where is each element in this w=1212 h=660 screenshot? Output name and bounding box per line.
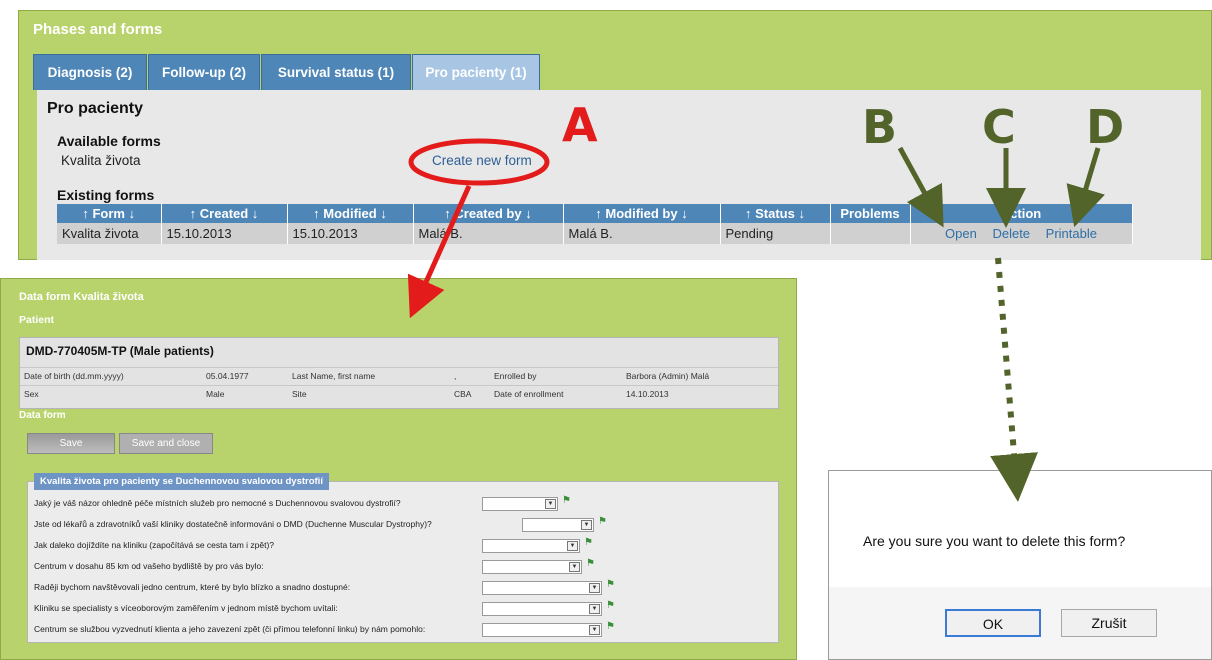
tab-follow-up[interactable]: Follow-up (2) [148, 54, 260, 90]
chevron-down-icon: ▼ [589, 625, 600, 635]
phases-and-forms-panel: Phases and forms Diagnosis (2) Follow-up… [18, 10, 1212, 260]
comment-icon[interactable]: ⚑ [606, 579, 615, 590]
column-created-by[interactable]: ↑ Created by ↓ [413, 204, 564, 223]
data-form-label: Data form [19, 410, 66, 421]
dob-label: Date of birth (dd.mm.yyyy) [24, 371, 124, 381]
open-link[interactable]: Open [945, 226, 977, 241]
question-label: Jste od lékařů a zdravotníků vaší klinik… [34, 519, 432, 529]
column-status[interactable]: ↑ Status ↓ [720, 204, 831, 223]
answer-select[interactable]: ▼ [482, 560, 582, 574]
save-and-close-button[interactable]: Save and close [119, 433, 213, 454]
delete-link[interactable]: Delete [992, 226, 1030, 241]
questions-legend: Kvalita života pro pacienty se Duchennov… [34, 473, 329, 490]
questions-fieldset: Kvalita života pro pacienty se Duchennov… [27, 473, 779, 643]
column-action: Action [910, 204, 1133, 223]
column-created[interactable]: ↑ Created ↓ [161, 204, 288, 223]
dialog-body: Are you sure you want to delete this for… [829, 471, 1211, 587]
cell-modified-by: Malá B. [563, 223, 721, 244]
data-form-title: Data form Kvalita života [19, 291, 144, 303]
annotation-letter-b: B [862, 100, 898, 154]
annotation-letter-a: A [562, 98, 598, 152]
comment-icon[interactable]: ⚑ [562, 495, 571, 506]
column-modified[interactable]: ↑ Modified ↓ [287, 204, 414, 223]
chevron-down-icon: ▼ [581, 520, 592, 530]
column-modified-by[interactable]: ↑ Modified by ↓ [563, 204, 721, 223]
dialog-message: Are you sure you want to delete this for… [863, 533, 1126, 549]
question-label: Jak daleko dojíždíte na kliniku (započít… [34, 540, 275, 550]
tab-pro-pacienty[interactable]: Pro pacienty (1) [412, 54, 540, 90]
save-button[interactable]: Save [27, 433, 115, 454]
tab-content: Pro pacienty Available forms Kvalita živ… [37, 90, 1201, 260]
comment-icon[interactable]: ⚑ [606, 600, 615, 611]
site-value: CBA [454, 389, 472, 399]
answer-select[interactable]: ▼ [482, 602, 602, 616]
cell-problems [830, 223, 911, 244]
column-problems: Problems [830, 204, 911, 223]
patient-row: Date of birth (dd.mm.yyyy) 05.04.1977 La… [20, 367, 778, 384]
sex-value: Male [206, 389, 225, 399]
sex-label: Sex [24, 389, 39, 399]
cell-created-by: Malá B. [413, 223, 564, 244]
enrollment-date-value: 14.10.2013 [626, 389, 669, 399]
enrolled-by-label: Enrolled by [494, 371, 537, 381]
existing-forms-table: ↑ Form ↓ ↑ Created ↓ ↑ Modified ↓ ↑ Crea… [57, 204, 1133, 244]
patient-info-box: DMD-770405M-TP (Male patients) Date of b… [19, 337, 779, 409]
answer-select[interactable]: ▼ [482, 497, 558, 511]
enrolled-by-value: Barbora (Admin) Malá [626, 371, 710, 381]
chevron-down-icon: ▼ [545, 499, 556, 509]
tab-survival-status[interactable]: Survival status (1) [261, 54, 411, 90]
chevron-down-icon: ▼ [589, 583, 600, 593]
data-form-panel: Data form Kvalita života Patient DMD-770… [0, 278, 797, 660]
dotted-arrow-delete [990, 257, 1038, 502]
comment-icon[interactable]: ⚑ [606, 621, 615, 632]
available-forms-heading: Available forms [57, 133, 161, 149]
table-header-row: ↑ Form ↓ ↑ Created ↓ ↑ Modified ↓ ↑ Crea… [57, 204, 1133, 223]
cancel-button[interactable]: Zrušit [1061, 609, 1157, 637]
answer-select[interactable]: ▼ [522, 518, 594, 532]
question-label: Raději bychom navštěvovali jedno centrum… [34, 582, 351, 592]
comment-icon[interactable]: ⚑ [598, 516, 607, 527]
annotation-letter-d: D [1086, 100, 1125, 154]
chevron-down-icon: ▼ [589, 604, 600, 614]
annotation-letter-c: C [982, 100, 1016, 154]
chevron-down-icon: ▼ [567, 541, 578, 551]
available-form-name: Kvalita života [61, 153, 141, 168]
question-label: Centrum v dosahu 85 km od vašeho bydlišt… [34, 561, 264, 571]
name-value: , [454, 371, 457, 381]
cell-status: Pending [720, 223, 831, 244]
answer-select[interactable]: ▼ [482, 623, 602, 637]
question-label: Jaký je váš názor ohledně péče místních … [34, 498, 401, 508]
dob-value: 05.04.1977 [206, 371, 249, 381]
comment-icon[interactable]: ⚑ [584, 537, 593, 548]
site-label: Site [292, 389, 307, 399]
section-title: Pro pacienty [47, 100, 144, 117]
cell-modified: 15.10.2013 [287, 223, 414, 244]
answer-select[interactable]: ▼ [482, 581, 602, 595]
answer-select[interactable]: ▼ [482, 539, 580, 553]
cell-form: Kvalita života [57, 223, 162, 244]
question-label: Kliniku se specialisty s víceoborovým za… [34, 603, 338, 613]
patient-row: Sex Male Site CBA Date of enrollment 14.… [20, 385, 778, 402]
name-label: Last Name, first name [292, 371, 376, 381]
patient-id: DMD-770405M-TP (Male patients) [26, 344, 214, 358]
table-row: Kvalita života 15.10.2013 15.10.2013 Mal… [57, 223, 1133, 244]
cell-created: 15.10.2013 [161, 223, 288, 244]
panel-title: Phases and forms [33, 21, 163, 38]
printable-link[interactable]: Printable [1046, 226, 1097, 241]
delete-confirm-dialog: Are you sure you want to delete this for… [828, 470, 1212, 660]
existing-forms-heading: Existing forms [57, 187, 155, 203]
question-label: Centrum se službou vyzvednutí klienta a … [34, 624, 426, 634]
cell-actions: Open Delete Printable [910, 223, 1133, 244]
chevron-down-icon: ▼ [569, 562, 580, 572]
ok-button[interactable]: OK [945, 609, 1041, 637]
comment-icon[interactable]: ⚑ [586, 558, 595, 569]
enrollment-date-label: Date of enrollment [494, 389, 564, 399]
patient-label: Patient [19, 314, 55, 326]
tab-diagnosis[interactable]: Diagnosis (2) [33, 54, 147, 90]
create-new-form-link[interactable]: Create new form [432, 153, 532, 168]
column-form[interactable]: ↑ Form ↓ [57, 204, 162, 223]
